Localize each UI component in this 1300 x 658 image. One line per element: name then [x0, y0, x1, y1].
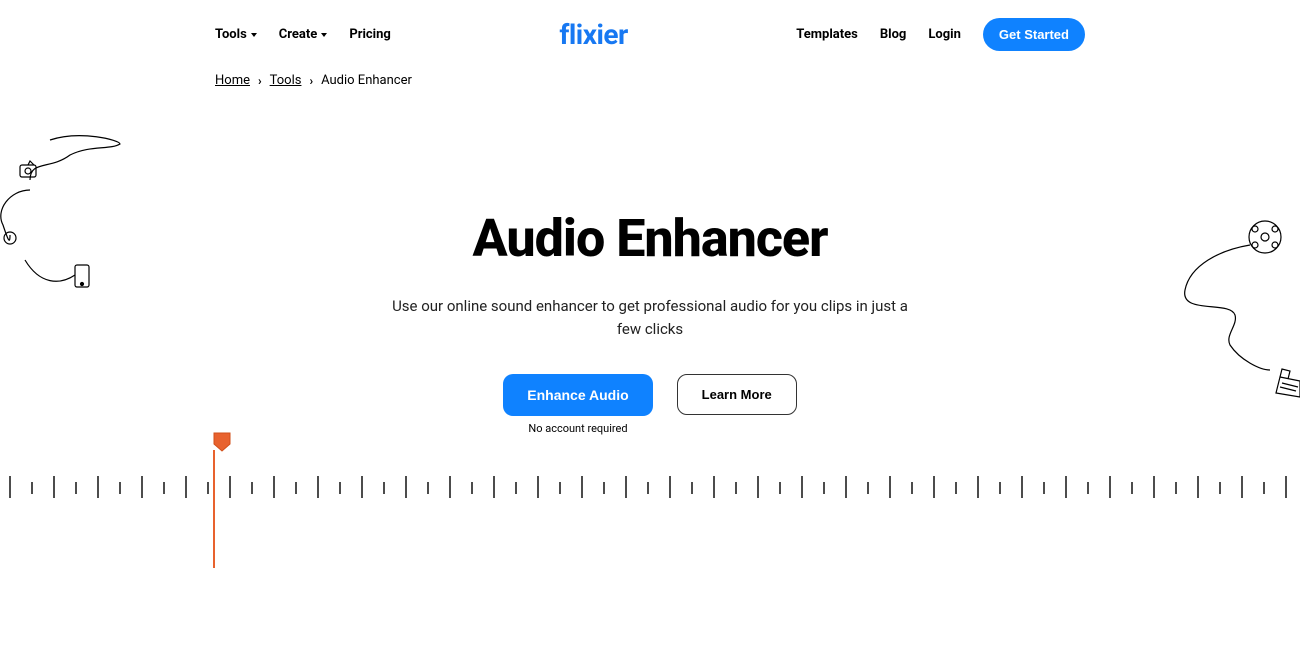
top-nav: Tools Create Pricing flixier Templates B…	[0, 0, 1300, 51]
playhead-marker-icon[interactable]	[213, 432, 231, 452]
breadcrumb: Home › Tools › Audio Enhancer	[0, 51, 1300, 88]
nav-create[interactable]: Create	[279, 27, 328, 42]
nav-left-group: Tools Create Pricing	[215, 27, 391, 42]
chevron-down-icon	[321, 33, 327, 37]
get-started-button[interactable]: Get Started	[983, 18, 1085, 51]
breadcrumb-tools[interactable]: Tools	[270, 73, 302, 88]
chevron-right-icon: ›	[258, 74, 262, 88]
nav-pricing-label: Pricing	[349, 27, 391, 42]
breadcrumb-home[interactable]: Home	[215, 73, 250, 88]
learn-more-button[interactable]: Learn More	[677, 374, 797, 415]
decoration-right-icon	[1130, 215, 1300, 415]
nav-tools[interactable]: Tools	[215, 27, 257, 42]
no-account-note: No account required	[528, 422, 627, 435]
hero-buttons: Enhance Audio No account required Learn …	[0, 374, 1300, 435]
nav-blog-label: Blog	[880, 27, 907, 42]
timeline-ruler[interactable]	[0, 470, 1300, 510]
nav-tools-label: Tools	[215, 27, 247, 42]
nav-login-label: Login	[928, 27, 961, 42]
chevron-right-icon: ›	[309, 74, 313, 88]
page-subtitle: Use our online sound enhancer to get pro…	[380, 295, 920, 340]
nav-create-label: Create	[279, 27, 318, 42]
chevron-down-icon	[251, 33, 257, 37]
hero-section: Audio Enhancer Use our online sound enha…	[0, 88, 1300, 435]
nav-right-group: Templates Blog Login Get Started	[796, 18, 1085, 51]
logo[interactable]: flixier	[559, 18, 627, 51]
enhance-button-group: Enhance Audio No account required	[503, 374, 652, 435]
nav-pricing[interactable]: Pricing	[349, 27, 391, 42]
nav-templates[interactable]: Templates	[796, 27, 858, 42]
breadcrumb-current: Audio Enhancer	[321, 73, 412, 88]
decoration-left-icon	[0, 130, 150, 310]
enhance-audio-button[interactable]: Enhance Audio	[503, 374, 652, 416]
timeline-ticks-icon	[0, 470, 1300, 510]
nav-templates-label: Templates	[796, 27, 858, 42]
nav-login[interactable]: Login	[928, 27, 961, 42]
nav-blog[interactable]: Blog	[880, 27, 907, 42]
page-title: Audio Enhancer	[0, 208, 1300, 269]
